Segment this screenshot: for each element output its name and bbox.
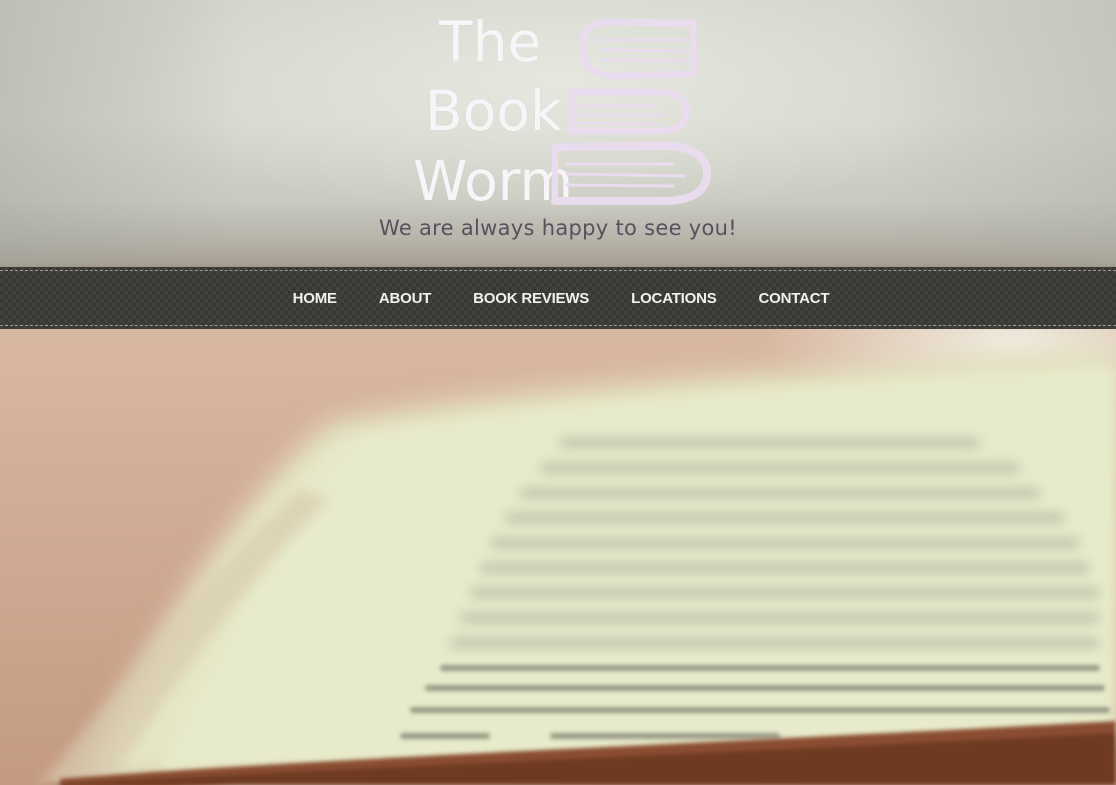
logo-word-the: The (439, 10, 542, 74)
site-logo[interactable]: The Book Worm (405, 8, 715, 213)
nav-item-book-reviews[interactable]: BOOK REVIEWS (473, 290, 589, 307)
stacked-books-icon (551, 18, 712, 205)
hero-image (0, 329, 1116, 785)
nav-item-locations[interactable]: LOCATIONS (631, 290, 717, 307)
nav-item-home[interactable]: HOME (293, 290, 337, 307)
nav-item-contact[interactable]: CONTACT (759, 290, 830, 307)
site-header: The Book Worm We are always happy to see… (0, 0, 1116, 267)
page: The Book Worm We are always happy to see… (0, 0, 1116, 785)
open-book-photo (0, 329, 1116, 785)
main-nav: HOME ABOUT BOOK REVIEWS LOCATIONS CONTAC… (0, 267, 1116, 329)
nav-item-about[interactable]: ABOUT (379, 290, 432, 307)
logo-word-book: Book (425, 79, 562, 143)
site-tagline: We are always happy to see you! (378, 216, 737, 240)
nav-list: HOME ABOUT BOOK REVIEWS LOCATIONS CONTAC… (0, 267, 1116, 329)
